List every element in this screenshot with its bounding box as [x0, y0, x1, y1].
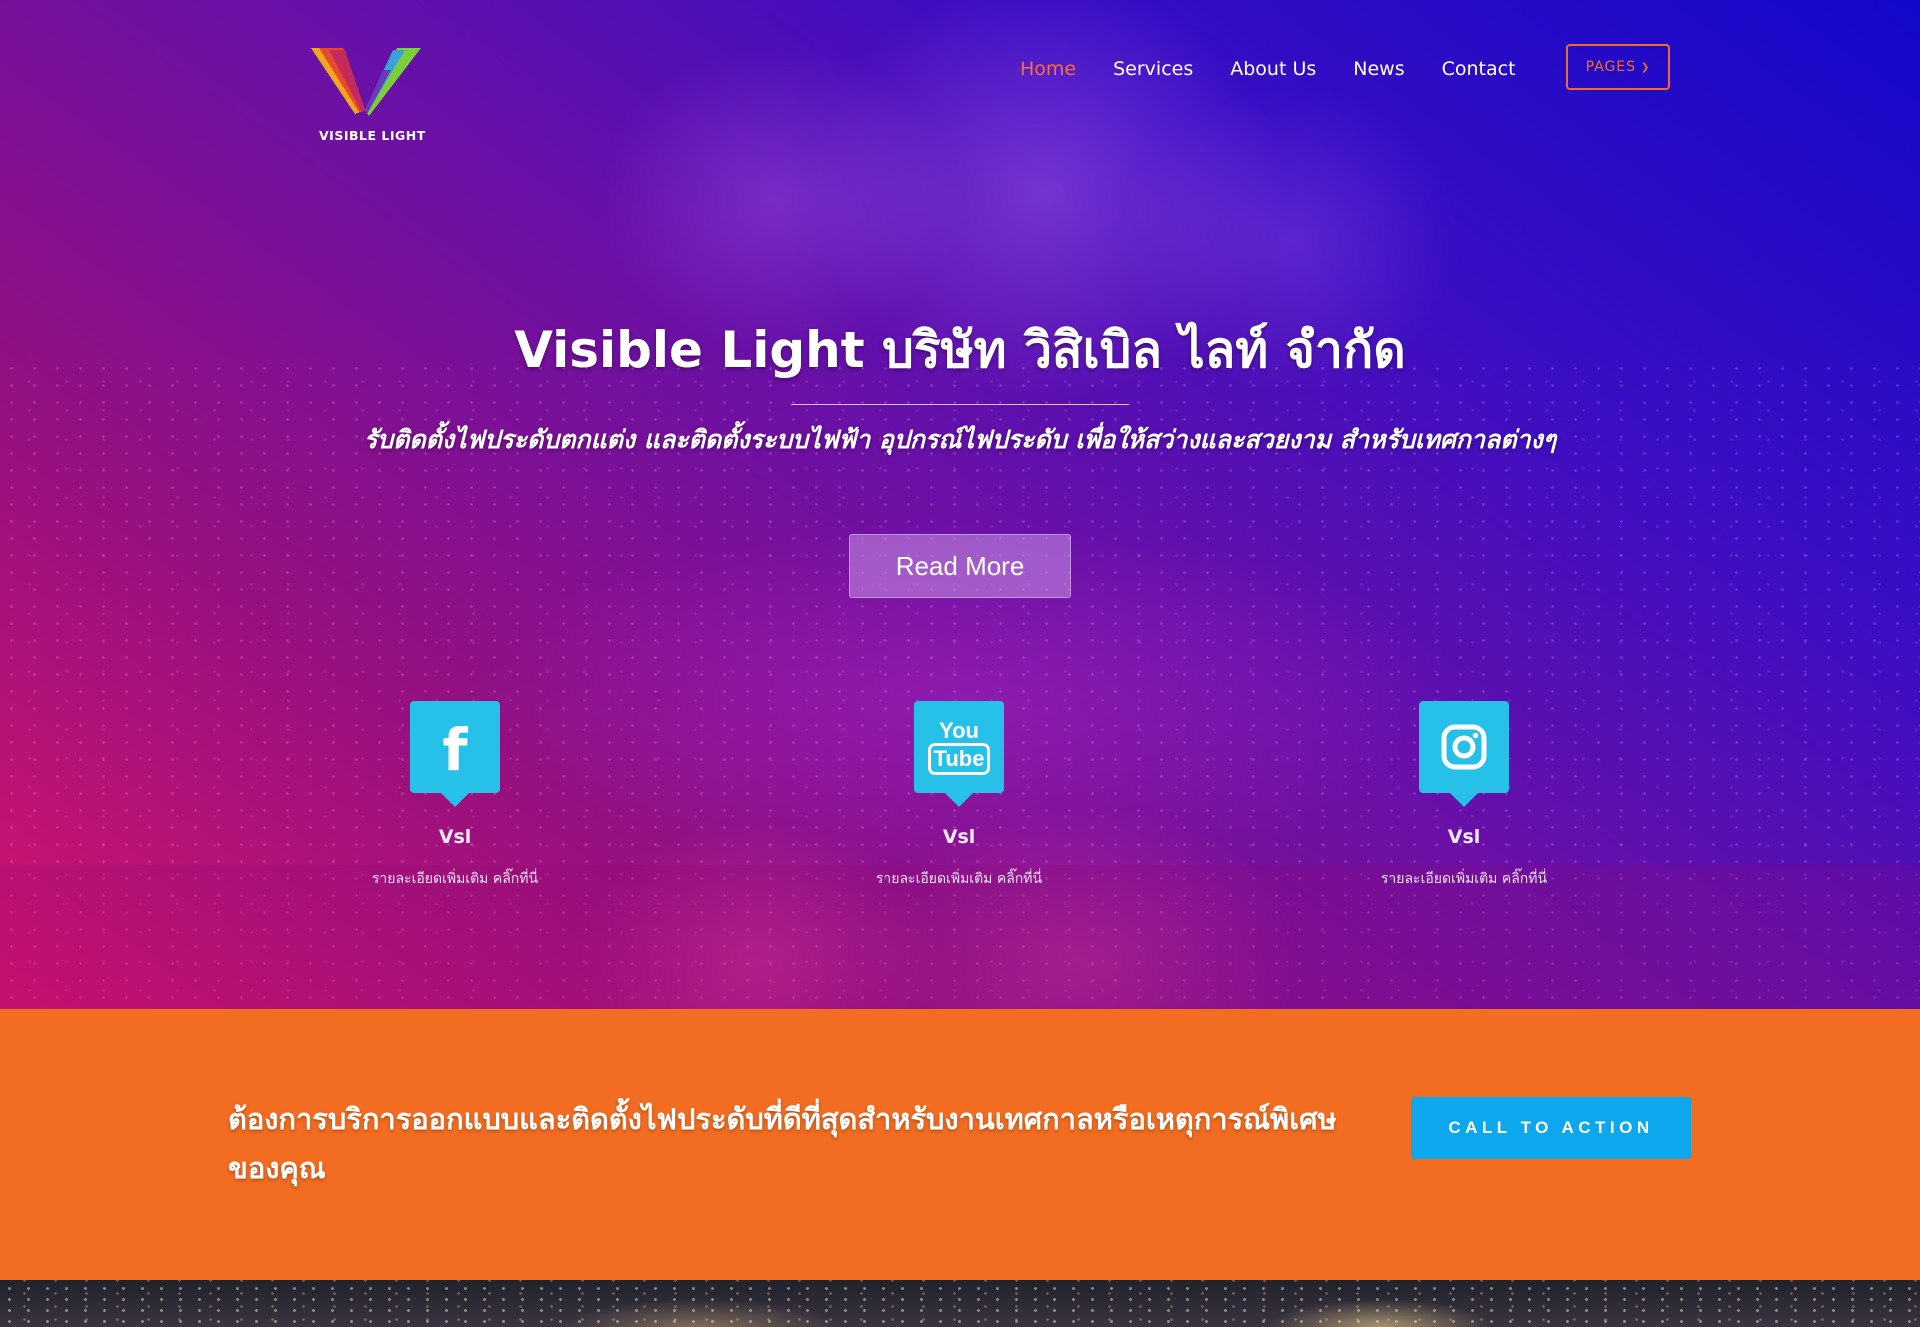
facebook-icon[interactable]: f: [410, 701, 500, 807]
nav-about-us[interactable]: About Us: [1230, 56, 1316, 82]
feature-desc[interactable]: รายละเอียดเพิ่มเติม คลิ๊กที่นี่: [335, 869, 575, 889]
main-nav: Home Services About Us News Contact: [1020, 56, 1553, 82]
feature-name: Vsl: [438, 826, 472, 848]
nav-news[interactable]: News: [1353, 56, 1404, 82]
hero-subtitle: รับติดตั้งไฟประดับตกแต่ง และติดตั้งระบบไ…: [363, 425, 1557, 454]
feature-facebook[interactable]: f Vsl รายละเอียดเพิ่มเติม คลิ๊กที่นี่: [335, 701, 575, 889]
nav-home[interactable]: Home: [1020, 56, 1076, 82]
feature-name: Vsl: [1447, 826, 1481, 848]
site-logo[interactable]: VISIBLE LIGHT: [305, 44, 425, 144]
chevron-down-icon: ❯: [1641, 61, 1651, 73]
call-to-action-button[interactable]: CALL TO ACTION: [1411, 1097, 1691, 1159]
feature-desc[interactable]: รายละเอียดเพิ่มเติม คลิ๊กที่นี่: [1344, 869, 1584, 889]
hero-divider: [791, 404, 1129, 405]
nav-services[interactable]: Services: [1113, 56, 1193, 82]
pages-label: PAGES: [1585, 59, 1637, 75]
cta-text: ต้องการบริการออกแบบและติดตั้งไฟประดับที่…: [228, 1102, 1337, 1185]
feature-name: Vsl: [942, 826, 976, 848]
feature-instagram[interactable]: Vsl รายละเอียดเพิ่มเติม คลิ๊กที่นี่: [1344, 701, 1584, 889]
feature-desc[interactable]: รายละเอียดเพิ่มเติม คลิ๊กที่นี่: [839, 869, 1079, 889]
logo-v-icon: [311, 48, 421, 116]
logo-text: VISIBLE LIGHT: [319, 128, 426, 143]
read-more-button[interactable]: Read More: [849, 534, 1071, 598]
nav-contact[interactable]: Contact: [1442, 56, 1516, 82]
instagram-icon[interactable]: [1419, 701, 1509, 807]
pages-dropdown-button[interactable]: PAGES ❯: [1566, 44, 1670, 90]
feature-youtube[interactable]: You Tube Vsl รายละเอียดเพิ่มเติม คลิ๊กที…: [839, 701, 1079, 889]
youtube-icon[interactable]: You Tube: [914, 701, 1004, 807]
bottom-city-image: [0, 1280, 1920, 1327]
hero-title: Visible Light บริษัท วิสิเบิล ไลท์ จำกัด: [514, 321, 1406, 379]
